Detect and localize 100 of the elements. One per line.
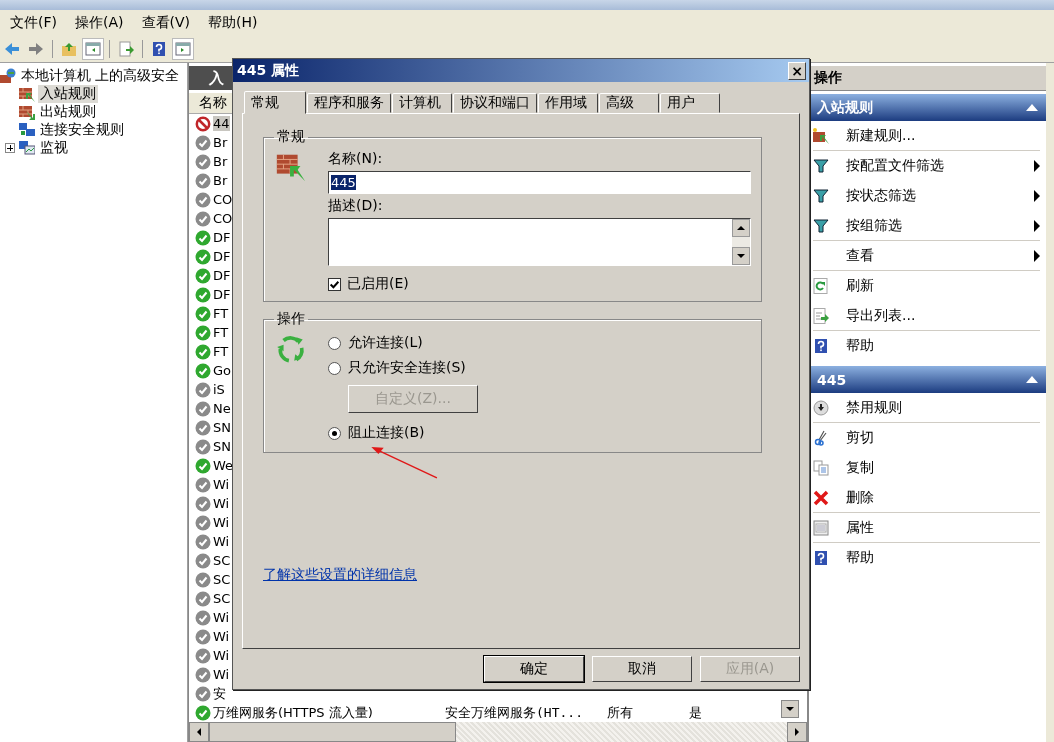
- delete-icon: [813, 489, 829, 506]
- expand-toggle[interactable]: [5, 143, 15, 153]
- export-icon[interactable]: [116, 39, 136, 59]
- filter-icon: [813, 188, 829, 204]
- group-title: 操作: [276, 310, 306, 328]
- refresh-icon: [813, 278, 829, 294]
- copy-icon: [813, 460, 829, 476]
- submenu-arrow-icon: [1034, 160, 1040, 172]
- group-title: 常规: [276, 128, 306, 146]
- menu-item[interactable]: 文件(F): [4, 14, 63, 32]
- table-cell: DF: [213, 287, 231, 302]
- field-label: 名称(N):: [328, 150, 384, 168]
- section-title: 入站规则: [817, 98, 873, 117]
- tree-item[interactable]: 入站规则: [38, 85, 98, 103]
- firewall-icon: [19, 104, 35, 120]
- monitor-icon: [19, 140, 35, 156]
- tab[interactable]: 用户: [660, 93, 720, 113]
- tab[interactable]: 程序和服务: [307, 93, 391, 113]
- help-icon: [813, 338, 829, 354]
- tab[interactable]: 作用域: [538, 93, 598, 113]
- computers-icon: [19, 122, 35, 138]
- action-item[interactable]: 删除: [846, 488, 1040, 507]
- checkbox[interactable]: [328, 277, 341, 291]
- firewall-icon: [19, 86, 35, 102]
- action-item[interactable]: 按状态筛选: [846, 187, 1034, 205]
- submenu-arrow-icon: [1034, 190, 1040, 202]
- action-item[interactable]: 属性: [846, 518, 1040, 537]
- collapse-icon[interactable]: [1026, 104, 1038, 111]
- pane-header: 操作: [809, 66, 1046, 91]
- table-cell: Wi: [213, 496, 230, 511]
- field-label: 描述(D):: [328, 197, 384, 215]
- name-field[interactable]: 445: [328, 171, 751, 194]
- table-cell: Ne: [213, 401, 231, 416]
- table-cell: CO: [213, 211, 233, 226]
- table-cell: Wi: [213, 477, 230, 492]
- table-cell: CO: [213, 192, 233, 207]
- table-cell: Go: [213, 363, 232, 378]
- action-item[interactable]: 帮助: [846, 549, 1040, 567]
- table-cell: FT: [213, 325, 229, 340]
- action-item[interactable]: 刷新: [846, 277, 1040, 295]
- radio-button[interactable]: [328, 426, 341, 440]
- filter-icon: [813, 217, 829, 234]
- table-cell: Wi: [213, 629, 230, 644]
- table-cell: Br: [213, 173, 228, 188]
- table-cell: SC: [213, 572, 231, 587]
- tab[interactable]: 协议和端口: [453, 93, 537, 113]
- help-link[interactable]: 了解这些设置的详细信息: [263, 566, 417, 584]
- action-item[interactable]: 新建规则...: [846, 126, 1040, 145]
- help-icon: [813, 550, 829, 566]
- action-item[interactable]: 剪切: [846, 429, 1040, 447]
- scroll-down-button[interactable]: [781, 700, 799, 718]
- menu-item[interactable]: 帮助(H): [202, 14, 264, 32]
- firewall-globe-icon: [0, 68, 16, 84]
- table-cell: 安全万维网服务(HT...: [445, 703, 583, 722]
- table-cell: Wi: [213, 667, 230, 682]
- tree-item[interactable]: 本地计算机 上的高级安全: [19, 67, 182, 85]
- action-item[interactable]: 复制: [846, 459, 1040, 477]
- radio-label: 只允许安全连接(S): [348, 359, 466, 377]
- action-item[interactable]: 禁用规则: [846, 398, 1040, 417]
- action-item[interactable]: 查看: [846, 246, 1034, 265]
- checkbox-label: 已启用(E): [347, 275, 409, 293]
- menu-item[interactable]: 查看(V): [135, 14, 196, 32]
- dialog-button[interactable]: 确定: [484, 656, 584, 682]
- table-cell: SC: [213, 591, 231, 606]
- tab[interactable]: 高级: [599, 93, 659, 113]
- horizontal-scrollbar[interactable]: [189, 722, 807, 742]
- table-cell: SN: [213, 420, 231, 435]
- action-item[interactable]: 按组筛选: [846, 216, 1034, 235]
- export-icon: [813, 307, 829, 324]
- firewall-icon: [813, 127, 829, 144]
- tab[interactable]: 计算机: [392, 93, 452, 113]
- dialog-button[interactable]: 取消: [592, 656, 692, 682]
- section-title: 445: [817, 371, 847, 388]
- table-cell: 44: [213, 116, 230, 131]
- tab[interactable]: 常规: [244, 91, 306, 114]
- panel-icon[interactable]: [83, 39, 103, 59]
- radio-label: 阻止连接(B): [348, 424, 425, 442]
- tree-item[interactable]: 出站规则: [38, 103, 98, 121]
- properties-icon: [813, 519, 829, 536]
- radio-button[interactable]: [328, 336, 341, 350]
- cut-icon: [813, 430, 829, 446]
- action-item[interactable]: 按配置文件筛选: [846, 157, 1034, 175]
- action-item[interactable]: 帮助: [846, 337, 1040, 355]
- radio-button[interactable]: [328, 361, 341, 375]
- description-field[interactable]: [328, 218, 751, 266]
- collapse-icon[interactable]: [1026, 376, 1038, 383]
- menu-item[interactable]: 操作(A): [69, 14, 130, 32]
- tree-item[interactable]: 连接安全规则: [38, 121, 126, 139]
- table-cell: Br: [213, 154, 228, 169]
- action-item[interactable]: 导出列表...: [846, 306, 1040, 325]
- table-cell: DF: [213, 249, 231, 264]
- table-cell: Wi: [213, 534, 230, 549]
- tree-item[interactable]: 监视: [38, 139, 70, 157]
- table-cell: 安: [213, 684, 226, 703]
- filter-icon: [813, 158, 829, 174]
- radio-label: 允许连接(L): [348, 334, 423, 352]
- table-cell: 万维网服务(HTTPS 流入量): [213, 703, 373, 722]
- table-cell: SC: [213, 553, 231, 568]
- close-button[interactable]: ×: [788, 61, 806, 80]
- table-cell: We: [213, 458, 234, 473]
